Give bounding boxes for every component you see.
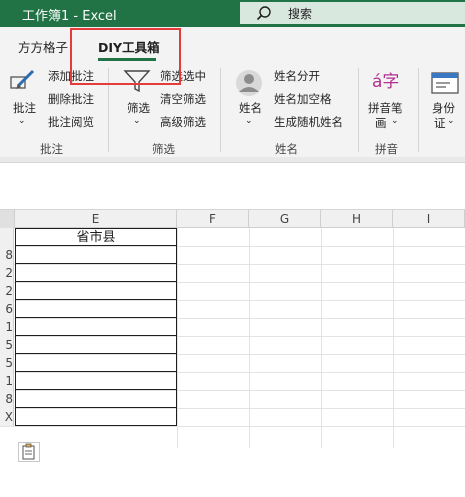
comment-edit-icon xyxy=(10,69,35,89)
row-header[interactable]: 6 xyxy=(0,300,14,318)
row-header[interactable]: 5 xyxy=(0,336,14,354)
table-cell[interactable] xyxy=(15,246,177,264)
grid-line xyxy=(249,228,250,448)
search-icon xyxy=(256,6,271,21)
table-cell[interactable] xyxy=(15,408,177,426)
title-bar: 工作簿1 - Excel 搜索 xyxy=(0,0,465,27)
random-name-button[interactable]: 生成随机姓名 xyxy=(274,114,343,130)
column-header-partial[interactable] xyxy=(0,210,15,228)
chevron-down-icon[interactable]: ⌄ xyxy=(391,116,399,126)
highlight-annotation xyxy=(70,28,181,85)
comment-button[interactable]: 批注 xyxy=(13,100,36,116)
search-box[interactable]: 搜索 xyxy=(240,2,465,24)
group-label-name: 姓名 xyxy=(275,142,298,156)
pinyin-icon: á字 xyxy=(372,72,400,92)
name-button[interactable]: 姓名 xyxy=(239,100,262,116)
split-name-button[interactable]: 姓名分开 xyxy=(274,68,320,84)
formula-area xyxy=(0,164,465,210)
clipboard-icon xyxy=(22,443,35,460)
person-icon xyxy=(236,70,262,96)
grid-line xyxy=(393,228,394,448)
grid-line xyxy=(321,228,322,448)
group-separator xyxy=(418,68,419,152)
column-header-f[interactable]: F xyxy=(177,210,249,228)
table-cell[interactable] xyxy=(15,282,177,300)
sheet-grid[interactable]: 8 2 2 6 1 5 5 1 8 X 省市县 xyxy=(0,228,465,448)
id-card-button[interactable]: 身份 xyxy=(432,100,455,116)
grid-line xyxy=(0,426,465,427)
column-header-row: E F G H I xyxy=(0,210,465,228)
row-header[interactable]: 1 xyxy=(0,318,14,336)
row-header[interactable]: 5 xyxy=(0,354,14,372)
chevron-down-icon[interactable]: ⌄ xyxy=(133,116,141,126)
clear-filter-button[interactable]: 清空筛选 xyxy=(160,91,206,107)
row-header[interactable]: 8 xyxy=(0,390,14,408)
table-cell[interactable] xyxy=(15,336,177,354)
name-add-space-button[interactable]: 姓名加空格 xyxy=(274,91,332,107)
row-header-blank[interactable] xyxy=(0,228,14,246)
advanced-filter-button[interactable]: 高级筛选 xyxy=(160,114,206,130)
table-cell[interactable] xyxy=(15,354,177,372)
id-card-button-line2[interactable]: 证 xyxy=(434,115,446,131)
row-header[interactable]: 2 xyxy=(0,264,14,282)
table-cell[interactable] xyxy=(15,300,177,318)
group-label-comment: 批注 xyxy=(40,142,63,156)
pinyin-stroke-button-line2[interactable]: 画 xyxy=(375,115,387,131)
chevron-down-icon[interactable]: ⌄ xyxy=(447,116,455,126)
row-header[interactable]: X xyxy=(0,408,14,426)
pinyin-stroke-button[interactable]: 拼音笔 xyxy=(368,100,403,116)
row-header[interactable]: 1 xyxy=(0,372,14,390)
table-cell[interactable] xyxy=(15,264,177,282)
column-header-i[interactable]: I xyxy=(393,210,465,228)
chevron-down-icon[interactable]: ⌄ xyxy=(18,116,26,126)
id-card-icon xyxy=(431,72,459,94)
delete-comment-button[interactable]: 删除批注 xyxy=(48,91,94,107)
table-cell[interactable] xyxy=(15,318,177,336)
group-label-pinyin: 拼音 xyxy=(375,142,398,156)
search-label: 搜索 xyxy=(288,7,313,21)
window-title: 工作簿1 - Excel xyxy=(22,9,117,24)
group-separator xyxy=(220,68,221,152)
row-header[interactable]: 2 xyxy=(0,282,14,300)
row-header[interactable]: 8 xyxy=(0,246,14,264)
ribbon-bottom-edge xyxy=(0,157,465,163)
table-cell[interactable] xyxy=(15,372,177,390)
chevron-down-icon[interactable]: ⌄ xyxy=(245,116,253,126)
group-label-filter: 筛选 xyxy=(152,142,175,156)
column-header-h[interactable]: H xyxy=(321,210,393,228)
header-cell-province-city-county[interactable]: 省市县 xyxy=(15,228,177,246)
paste-options-icon[interactable] xyxy=(18,442,40,462)
group-separator xyxy=(358,68,359,152)
column-header-e[interactable]: E xyxy=(15,210,177,228)
view-comments-button[interactable]: 批注阅览 xyxy=(48,114,94,130)
filter-button[interactable]: 筛选 xyxy=(127,100,150,116)
tab-fangfanggezi[interactable]: 方方格子 xyxy=(18,37,68,56)
column-header-g[interactable]: G xyxy=(249,210,321,228)
table-cell[interactable] xyxy=(15,390,177,408)
grid-line xyxy=(177,228,178,448)
